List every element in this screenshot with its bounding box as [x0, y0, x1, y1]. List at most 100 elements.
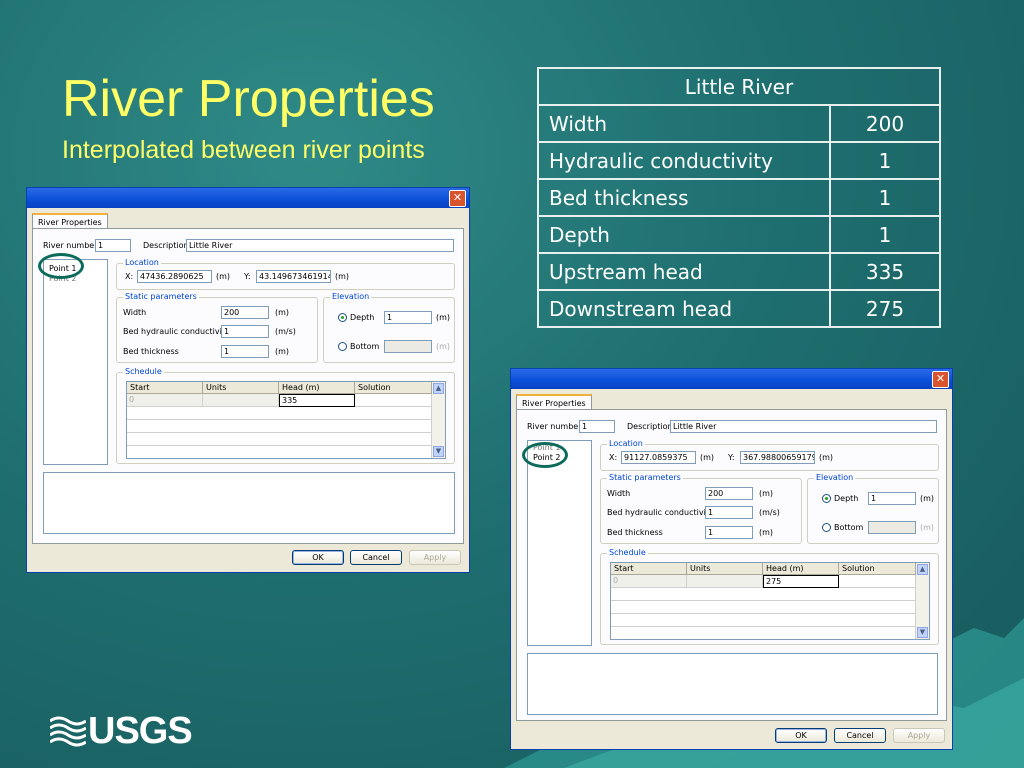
column-header-units[interactable]: Units — [203, 382, 279, 394]
location-caption: Location — [607, 439, 645, 448]
schedule-caption: Schedule — [607, 548, 648, 557]
column-header-start[interactable]: Start — [611, 563, 687, 575]
usgs-logo: USGS — [50, 710, 193, 753]
scroll-up-icon[interactable]: ▲ — [917, 564, 928, 575]
grid-cell-head[interactable]: 335 — [279, 394, 355, 407]
depth-field[interactable]: 1 — [384, 311, 432, 324]
ok-button[interactable]: OK — [292, 550, 344, 565]
cancel-button[interactable]: Cancel — [834, 728, 886, 743]
cancel-button[interactable]: Cancel — [350, 550, 402, 565]
tab-panel: River number 1 Description Little River … — [516, 409, 947, 721]
elevation-group: Elevation Depth 1 (m) Bottom (m) — [807, 473, 939, 544]
scroll-up-icon[interactable]: ▲ — [433, 383, 444, 394]
bt-label: Bed thickness — [607, 528, 663, 537]
description-label: Description — [143, 241, 189, 250]
notes-box[interactable] — [43, 472, 455, 534]
description-field[interactable]: Little River — [186, 239, 454, 252]
title-bar[interactable] — [511, 369, 952, 389]
row-name: Hydraulic conductivity — [537, 141, 831, 180]
description-field[interactable]: Little River — [670, 420, 937, 433]
column-header-solution[interactable]: Solution — [355, 382, 432, 394]
grid-row[interactable] — [127, 446, 432, 458]
table-row: Hydraulic conductivity 1 — [537, 141, 941, 180]
column-header-start[interactable]: Start — [127, 382, 203, 394]
grid-cell-start[interactable]: 0 — [611, 575, 687, 588]
row-name: Depth — [537, 215, 831, 254]
grid-row[interactable] — [127, 420, 432, 433]
ok-button[interactable]: OK — [775, 728, 827, 743]
x-label: X: — [125, 272, 134, 281]
depth-label: Depth — [834, 494, 859, 503]
bottom-radio[interactable] — [338, 342, 347, 351]
location-group: Location X: 91127.0859375 (m) Y: 367.988… — [600, 439, 939, 471]
hc-field[interactable]: 1 — [221, 325, 269, 338]
river-number-field[interactable]: 1 — [95, 239, 131, 252]
column-header-head[interactable]: Head (m) — [279, 382, 355, 394]
schedule-grid[interactable]: Start Units Head (m) Solution 0 335 ▲ ▼ — [126, 381, 446, 459]
bt-unit: (m) — [275, 347, 290, 356]
river-properties-dialog-1: ✕ River Properties River number 1 Descri… — [26, 187, 470, 573]
schedule-caption: Schedule — [123, 367, 164, 376]
column-header-units[interactable]: Units — [687, 563, 763, 575]
column-header-solution[interactable]: Solution — [839, 563, 916, 575]
width-label: Width — [607, 489, 631, 498]
table-row: Upstream head 335 — [537, 252, 941, 291]
x-unit: (m) — [216, 272, 231, 281]
scroll-down-icon[interactable]: ▼ — [917, 627, 928, 638]
grid-row[interactable] — [611, 614, 916, 627]
points-list[interactable]: Point 2 Point 1 — [43, 259, 108, 465]
y-label: Y: — [244, 272, 251, 281]
bt-field[interactable]: 1 — [705, 526, 753, 539]
static-caption: Static parameters — [607, 473, 683, 482]
grid-cell-solution[interactable] — [839, 575, 916, 588]
description-label: Description — [627, 422, 673, 431]
grid-cell-start[interactable]: 0 — [127, 394, 203, 407]
grid-cell-units[interactable] — [687, 575, 763, 588]
grid-row[interactable] — [611, 601, 916, 614]
schedule-group: Schedule Start Units Head (m) Solution 0… — [116, 367, 455, 464]
table-row: Bed thickness 1 — [537, 178, 941, 217]
hc-unit: (m/s) — [275, 327, 296, 336]
bt-field[interactable]: 1 — [221, 345, 269, 358]
row-name: Upstream head — [537, 252, 831, 291]
y-field[interactable]: 43.1496734619141 — [256, 270, 331, 283]
grid-row[interactable] — [127, 433, 432, 446]
schedule-grid[interactable]: Start Units Head (m) Solution 0 275 ▲ ▼ — [610, 562, 930, 640]
row-value: 275 — [829, 289, 941, 328]
vertical-scrollbar[interactable]: ▲ ▼ — [432, 382, 445, 458]
title-bar[interactable] — [27, 188, 469, 208]
grid-row[interactable] — [611, 627, 916, 639]
width-field[interactable]: 200 — [221, 306, 269, 319]
river-number-field[interactable]: 1 — [579, 420, 615, 433]
y-field[interactable]: 367.988006591797 — [740, 451, 815, 464]
table-header: Little River — [537, 67, 941, 106]
highlight-circle — [38, 253, 84, 279]
row-value: 200 — [829, 104, 941, 143]
points-list[interactable]: Point 1 Point 2 — [527, 440, 592, 646]
grid-row[interactable] — [127, 407, 432, 420]
grid-cell-solution[interactable] — [355, 394, 432, 407]
close-icon[interactable]: ✕ — [449, 190, 466, 207]
column-header-head[interactable]: Head (m) — [763, 563, 839, 575]
bt-unit: (m) — [759, 528, 774, 537]
apply-button: Apply — [409, 550, 461, 565]
bt-label: Bed thickness — [123, 347, 179, 356]
row-value: 1 — [829, 141, 941, 180]
close-icon[interactable]: ✕ — [932, 371, 949, 388]
vertical-scrollbar[interactable]: ▲ ▼ — [916, 563, 929, 639]
depth-field[interactable]: 1 — [868, 492, 916, 505]
bottom-radio[interactable] — [822, 523, 831, 532]
depth-radio[interactable] — [338, 313, 347, 322]
notes-box[interactable] — [527, 653, 938, 715]
x-field[interactable]: 47436.2890625 — [137, 270, 212, 283]
grid-cell-head[interactable]: 275 — [763, 575, 839, 588]
hc-field[interactable]: 1 — [705, 506, 753, 519]
elevation-caption: Elevation — [330, 292, 372, 301]
grid-cell-units[interactable] — [203, 394, 279, 407]
scroll-down-icon[interactable]: ▼ — [433, 446, 444, 457]
grid-row[interactable] — [611, 588, 916, 601]
width-field[interactable]: 200 — [705, 487, 753, 500]
x-field[interactable]: 91127.0859375 — [621, 451, 696, 464]
depth-radio[interactable] — [822, 494, 831, 503]
bottom-field — [868, 521, 916, 534]
